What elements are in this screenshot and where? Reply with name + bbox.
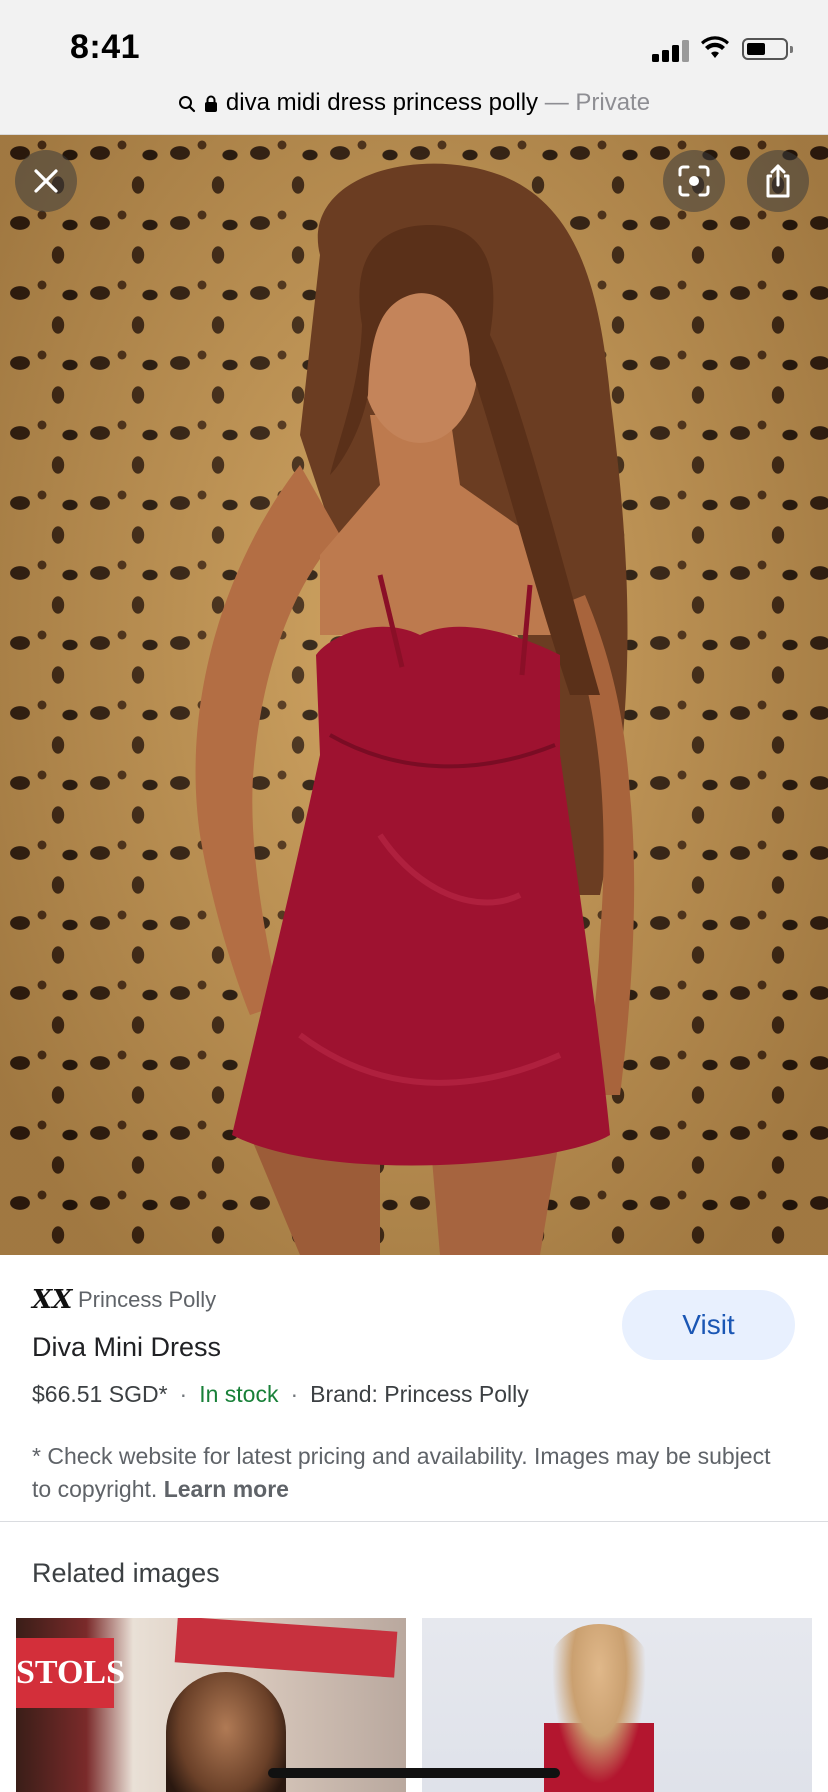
close-button[interactable] <box>15 150 77 212</box>
product-image[interactable] <box>0 135 828 1255</box>
thumb-sign-text: STOLS <box>16 1638 125 1708</box>
wifi-icon <box>701 36 729 58</box>
related-images-heading: Related images <box>32 1558 220 1588</box>
lens-search-icon <box>678 165 710 197</box>
related-image-thumbnail[interactable] <box>422 1618 812 1792</box>
search-icon <box>178 95 196 112</box>
share-icon <box>766 164 790 198</box>
site-logo: XX <box>32 1285 73 1315</box>
lock-icon <box>204 95 217 112</box>
price: $66.51 SGD* <box>32 1381 168 1407</box>
battery-icon <box>742 38 793 60</box>
learn-more-link[interactable]: Learn more <box>164 1476 289 1502</box>
thumb-banner <box>174 1618 398 1678</box>
related-image-thumbnail[interactable]: STOLS <box>16 1618 406 1792</box>
stock-status: In stock <box>199 1381 279 1407</box>
lens-search-button[interactable] <box>663 150 725 212</box>
product-title[interactable]: Diva Mini Dress <box>32 1332 221 1363</box>
source-site[interactable]: XX Princess Polly <box>32 1284 216 1316</box>
close-icon <box>34 169 58 193</box>
url-query: diva midi dress princess polly <box>225 89 539 116</box>
divider <box>0 1521 828 1522</box>
visit-button[interactable]: Visit <box>622 1290 795 1360</box>
share-button[interactable] <box>747 150 809 212</box>
brand: Brand: Princess Polly <box>310 1381 529 1407</box>
clock: 8:41 <box>70 28 141 66</box>
private-mode-label: Private <box>575 89 651 116</box>
model-figure <box>195 163 635 1255</box>
url-bar[interactable]: diva midi dress princess polly — Private <box>0 86 828 120</box>
thumb-person <box>544 1624 654 1792</box>
cellular-signal-icon <box>652 38 690 62</box>
home-indicator[interactable] <box>268 1768 560 1778</box>
disclaimer: * Check website for latest pricing and a… <box>32 1440 792 1506</box>
url-separator: — <box>538 89 576 116</box>
disclaimer-text: * Check website for latest pricing and a… <box>32 1443 771 1502</box>
product-meta: $66.51 SGD* · In stock · Brand: Princess Pol… <box>32 1381 529 1407</box>
site-name: Princess Polly <box>78 1287 217 1312</box>
status-bar: 8:41 diva midi dress princess polly — Pr… <box>0 0 828 135</box>
